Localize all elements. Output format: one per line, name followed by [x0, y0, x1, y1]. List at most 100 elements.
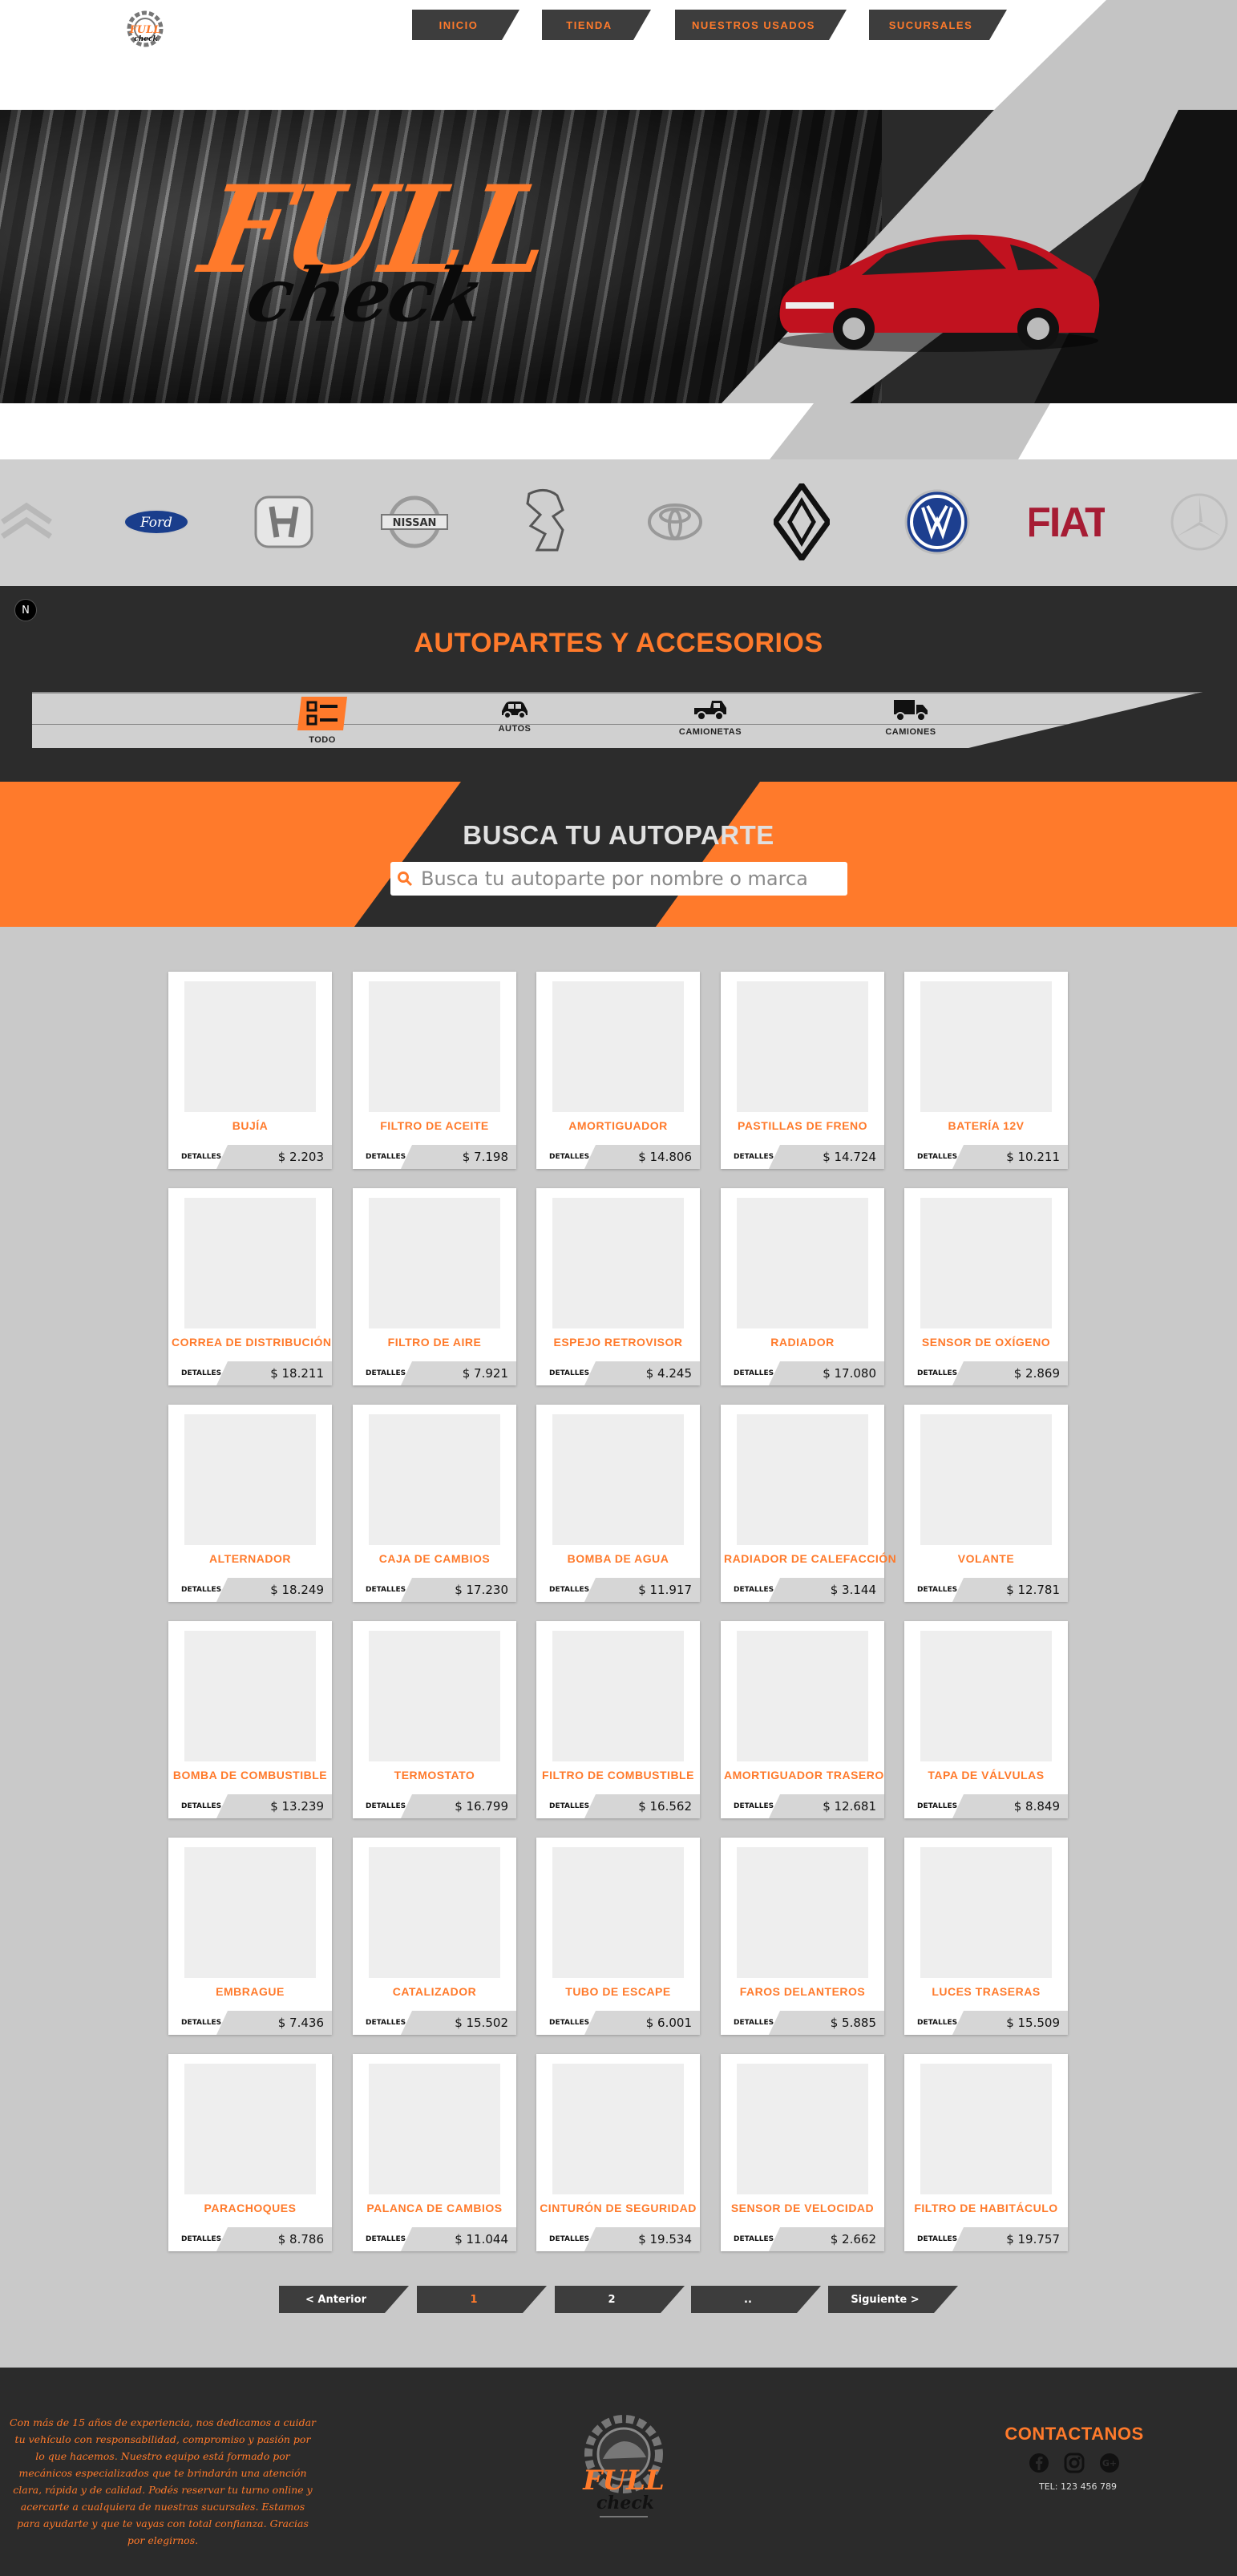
product-name[interactable]: CATALIZADOR — [356, 1985, 513, 1998]
details-link[interactable]: DETALLES — [734, 1153, 774, 1161]
product-image[interactable] — [920, 1198, 1052, 1328]
product-image[interactable] — [369, 981, 500, 1112]
search-input[interactable] — [421, 867, 838, 890]
product-name[interactable]: AMORTIGUADOR TRASERO — [724, 1769, 883, 1781]
product-name[interactable]: ESPEJO RETROVISOR — [540, 1336, 697, 1349]
details-link[interactable]: DETALLES — [366, 2235, 406, 2243]
details-link[interactable]: DETALLES — [549, 1369, 589, 1377]
nav-tienda[interactable]: TIENDA — [542, 10, 651, 40]
brand-toyota-logo[interactable] — [646, 483, 704, 560]
product-card[interactable]: FILTRO DE COMBUSTIBLE DETALLES $ 16.562 — [536, 1621, 700, 1818]
product-card[interactable]: TAPA DE VÁLVULAS DETALLES $ 8.849 — [904, 1621, 1068, 1818]
details-link[interactable]: DETALLES — [734, 1369, 774, 1377]
brand-citroen-logo[interactable] — [0, 483, 56, 560]
details-link[interactable]: DETALLES — [734, 2235, 774, 2243]
details-link[interactable]: DETALLES — [366, 1802, 406, 1810]
product-name[interactable]: PALANCA DE CAMBIOS — [356, 2202, 513, 2214]
brand-nissan-logo[interactable]: NISSAN — [378, 483, 451, 560]
product-card[interactable]: AMORTIGUADOR DETALLES $ 14.806 — [536, 972, 700, 1169]
product-name[interactable]: SENSOR DE VELOCIDAD — [724, 2202, 881, 2214]
product-image[interactable] — [737, 1414, 868, 1545]
details-link[interactable]: DETALLES — [549, 2019, 589, 2027]
product-card[interactable]: EMBRAGUE DETALLES $ 7.436 — [168, 1838, 332, 2035]
details-link[interactable]: DETALLES — [549, 1802, 589, 1810]
product-image[interactable] — [369, 1847, 500, 1978]
product-image[interactable] — [369, 1414, 500, 1545]
product-card[interactable]: CATALIZADOR DETALLES $ 15.502 — [353, 1838, 516, 2035]
product-name[interactable]: FILTRO DE ACEITE — [356, 1119, 513, 1132]
product-image[interactable] — [737, 981, 868, 1112]
product-name[interactable]: BATERÍA 12V — [908, 1119, 1065, 1132]
brand-ford-logo[interactable]: Ford — [120, 483, 192, 560]
details-link[interactable]: DETALLES — [181, 2235, 221, 2243]
product-card[interactable]: PASTILLAS DE FRENO DETALLES $ 14.724 — [721, 972, 884, 1169]
product-name[interactable]: TERMOSTATO — [356, 1769, 513, 1781]
details-link[interactable]: DETALLES — [181, 2019, 221, 2027]
product-image[interactable] — [552, 1414, 684, 1545]
product-image[interactable] — [737, 1198, 868, 1328]
product-card[interactable]: FILTRO DE AIRE DETALLES $ 7.921 — [353, 1188, 516, 1385]
facebook-icon[interactable] — [1028, 2452, 1050, 2474]
product-image[interactable] — [184, 2064, 316, 2194]
details-link[interactable]: DETALLES — [366, 1153, 406, 1161]
product-image[interactable] — [737, 1631, 868, 1761]
tab-camionetas[interactable]: CAMIONETAS — [662, 697, 758, 748]
product-card[interactable]: SENSOR DE VELOCIDAD DETALLES $ 2.662 — [721, 2054, 884, 2251]
product-name[interactable]: LUCES TRASERAS — [908, 1985, 1065, 1998]
brand-logo[interactable]: FULL check — [120, 6, 170, 55]
product-image[interactable] — [737, 1847, 868, 1978]
product-name[interactable]: SENSOR DE OXÍGENO — [908, 1336, 1065, 1349]
product-image[interactable] — [920, 1847, 1052, 1978]
product-card[interactable]: FILTRO DE HABITÁCULO DETALLES $ 19.757 — [904, 2054, 1068, 2251]
details-link[interactable]: DETALLES — [734, 1802, 774, 1810]
product-name[interactable]: TUBO DE ESCAPE — [540, 1985, 697, 1998]
details-link[interactable]: DETALLES — [917, 2235, 957, 2243]
product-image[interactable] — [552, 1198, 684, 1328]
product-name[interactable]: CINTURÓN DE SEGURIDAD — [540, 2202, 697, 2214]
product-image[interactable] — [184, 981, 316, 1112]
product-card[interactable]: AMORTIGUADOR TRASERO DETALLES $ 12.681 — [721, 1621, 884, 1818]
product-image[interactable] — [552, 1631, 684, 1761]
product-image[interactable] — [552, 2064, 684, 2194]
product-card[interactable]: PALANCA DE CAMBIOS DETALLES $ 11.044 — [353, 2054, 516, 2251]
google-plus-icon[interactable]: G+ — [1098, 2452, 1121, 2474]
product-image[interactable] — [920, 1631, 1052, 1761]
nav-inicio[interactable]: INICIO — [412, 10, 519, 40]
product-card[interactable]: BATERÍA 12V DETALLES $ 10.211 — [904, 972, 1068, 1169]
product-card[interactable]: PARACHOQUES DETALLES $ 8.786 — [168, 2054, 332, 2251]
n-badge[interactable]: N — [14, 599, 37, 621]
product-name[interactable]: CAJA DE CAMBIOS — [356, 1552, 513, 1565]
details-link[interactable]: DETALLES — [734, 1586, 774, 1594]
product-card[interactable]: TUBO DE ESCAPE DETALLES $ 6.001 — [536, 1838, 700, 2035]
nav-sucursales[interactable]: SUCURSALES — [869, 10, 1007, 40]
product-name[interactable]: TAPA DE VÁLVULAS — [908, 1769, 1065, 1781]
nav-nuestros-usados[interactable]: NUESTROS USADOS — [675, 10, 847, 40]
brand-peugeot-logo[interactable] — [511, 483, 579, 560]
product-name[interactable]: RADIADOR — [724, 1336, 881, 1349]
product-name[interactable]: FILTRO DE AIRE — [356, 1336, 513, 1349]
product-name[interactable]: AMORTIGUADOR — [540, 1119, 697, 1132]
product-card[interactable]: RADIADOR DETALLES $ 17.080 — [721, 1188, 884, 1385]
product-image[interactable] — [737, 2064, 868, 2194]
details-link[interactable]: DETALLES — [181, 1369, 221, 1377]
details-link[interactable]: DETALLES — [366, 2019, 406, 2027]
product-card[interactable]: ALTERNADOR DETALLES $ 18.249 — [168, 1405, 332, 1602]
details-link[interactable]: DETALLES — [549, 1586, 589, 1594]
product-name[interactable]: BUJÍA — [172, 1119, 329, 1132]
product-image[interactable] — [920, 981, 1052, 1112]
product-card[interactable]: FAROS DELANTEROS DETALLES $ 5.885 — [721, 1838, 884, 2035]
product-image[interactable] — [369, 2064, 500, 2194]
details-link[interactable]: DETALLES — [917, 1586, 957, 1594]
product-card[interactable]: BOMBA DE COMBUSTIBLE DETALLES $ 13.239 — [168, 1621, 332, 1818]
details-link[interactable]: DETALLES — [181, 1153, 221, 1161]
product-image[interactable] — [369, 1198, 500, 1328]
product-image[interactable] — [184, 1631, 316, 1761]
tab-camiones[interactable]: CAMIONES — [863, 697, 959, 748]
product-name[interactable]: ALTERNADOR — [172, 1552, 329, 1565]
product-image[interactable] — [184, 1414, 316, 1545]
brand-honda-logo[interactable] — [250, 483, 317, 560]
details-link[interactable]: DETALLES — [366, 1369, 406, 1377]
product-image[interactable] — [920, 2064, 1052, 2194]
product-image[interactable] — [552, 1847, 684, 1978]
details-link[interactable]: DETALLES — [917, 1369, 957, 1377]
